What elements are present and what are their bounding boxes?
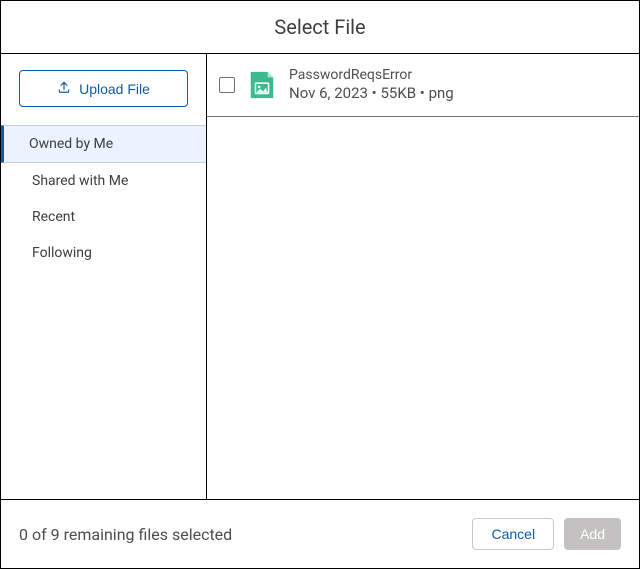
sidebar-nav: Owned by Me Shared with Me Recent Follow… xyxy=(1,125,206,271)
select-file-dialog: Select File Upload File Owned by Me xyxy=(0,0,640,569)
dialog-body: Upload File Owned by Me Shared with Me R… xyxy=(1,54,639,499)
sidebar-item-owned-by-me[interactable]: Owned by Me xyxy=(1,125,206,163)
file-info: PasswordReqsError Nov 6, 2023 • 55KB • p… xyxy=(289,66,454,104)
sidebar-item-recent[interactable]: Recent xyxy=(1,199,206,235)
file-checkbox[interactable] xyxy=(219,77,235,93)
dialog-footer: 0 of 9 remaining files selected Cancel A… xyxy=(1,499,639,568)
sidebar: Upload File Owned by Me Shared with Me R… xyxy=(1,54,207,499)
sidebar-item-label: Recent xyxy=(32,209,75,225)
sidebar-item-shared-with-me[interactable]: Shared with Me xyxy=(1,163,206,199)
add-button[interactable]: Add xyxy=(564,518,621,550)
file-row[interactable]: PasswordReqsError Nov 6, 2023 • 55KB • p… xyxy=(207,54,639,117)
file-meta: Nov 6, 2023 • 55KB • png xyxy=(289,84,454,104)
image-file-icon xyxy=(247,70,277,100)
file-name: PasswordReqsError xyxy=(289,66,454,84)
upload-file-button[interactable]: Upload File xyxy=(19,70,188,107)
cancel-button[interactable]: Cancel xyxy=(472,518,554,550)
sidebar-item-following[interactable]: Following xyxy=(1,235,206,271)
upload-icon xyxy=(57,80,71,97)
sidebar-item-label: Shared with Me xyxy=(32,173,128,189)
file-list: PasswordReqsError Nov 6, 2023 • 55KB • p… xyxy=(207,54,639,499)
sidebar-item-label: Owned by Me xyxy=(29,136,113,152)
upload-file-label: Upload File xyxy=(79,81,150,97)
selection-status: 0 of 9 remaining files selected xyxy=(19,525,232,544)
sidebar-item-label: Following xyxy=(32,245,92,261)
dialog-header: Select File xyxy=(1,1,639,54)
dialog-title: Select File xyxy=(1,15,639,39)
footer-buttons: Cancel Add xyxy=(472,518,621,550)
